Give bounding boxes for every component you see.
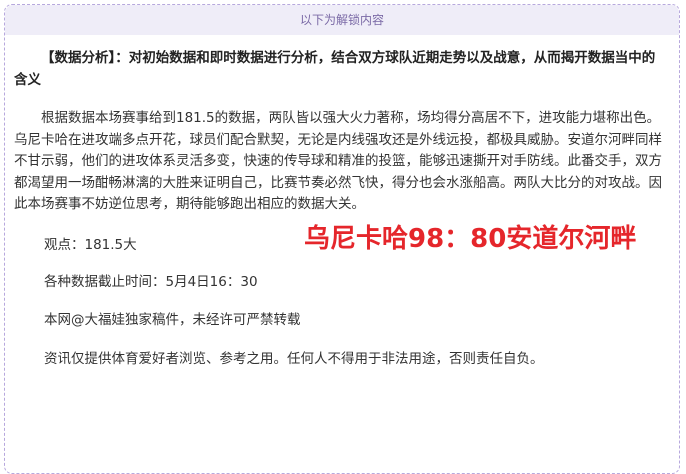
copyright-notice: 本网@大福娃独家稿件，未经许可严禁转载	[44, 312, 301, 328]
analysis-heading: 【数据分析】：对初始数据和即时数据进行分析，结合双方球队近期走势以及战意，从而揭…	[14, 50, 656, 88]
deadline-text: 各种数据截止时间：5月4日16：30	[44, 273, 258, 290]
disclaimer-text: 资讯仅提供体育爱好者浏览、参考之用。任何人不得用于非法用途，否则责任自负。	[44, 350, 544, 367]
unlock-banner: 以下为解锁内容	[5, 5, 679, 35]
score-prediction: 乌尼卡哈98：80安道尔河畔	[304, 223, 637, 254]
viewpoint-text: 观点：181.5大	[44, 236, 137, 253]
article-content: 【数据分析】：对初始数据和即时数据进行分析，结合双方球队近期走势以及战意，从而揭…	[14, 48, 664, 387]
viewpoint-row: 观点：181.5大 乌尼卡哈98：80安道尔河畔	[14, 224, 664, 255]
analysis-body: 根据数据本场赛事给到181.5的数据，两队皆以强大火力著称，场均得分高居不下，进…	[14, 110, 662, 212]
